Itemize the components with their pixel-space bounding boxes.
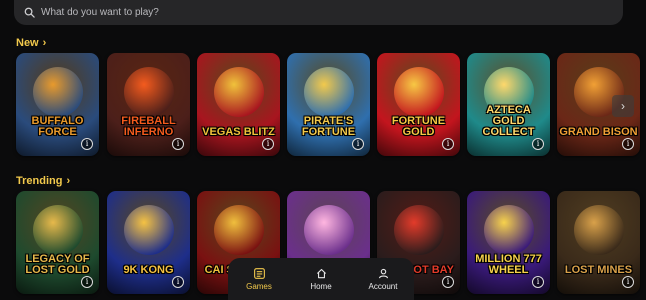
search-bar[interactable] — [14, 0, 623, 25]
game-title: Buffalo Force — [31, 115, 84, 138]
game-art — [213, 67, 264, 117]
game-title: Million 777 Wheel — [475, 253, 542, 276]
info-icon[interactable]: i — [352, 138, 364, 150]
info-icon[interactable]: i — [172, 276, 184, 288]
nav-account[interactable]: Account — [352, 258, 414, 300]
game-title: Fireball Inferno — [121, 115, 176, 138]
info-icon[interactable]: i — [262, 138, 274, 150]
game-art — [393, 205, 444, 255]
games-icon — [253, 267, 265, 279]
game-title: Lost Mines — [564, 264, 633, 276]
game-tile[interactable]: Million 777 Wheel i — [467, 191, 550, 294]
game-title: Grand Bison — [559, 126, 638, 138]
game-tile[interactable]: Fireball Inferno i — [107, 53, 190, 156]
new-games-row: Buffalo Force i Fireball Inferno i Vegas Bli… — [0, 53, 646, 159]
info-icon[interactable]: i — [532, 138, 544, 150]
game-tile[interactable]: Lost Mines i — [557, 191, 640, 294]
game-art — [123, 67, 174, 117]
game-tile[interactable]: Buffalo Force i — [16, 53, 99, 156]
game-tile[interactable]: Vegas Blitz i — [197, 53, 280, 156]
nav-home[interactable]: Home — [290, 258, 352, 300]
game-tile[interactable]: Fortune Gold i — [377, 53, 460, 156]
game-title: Vegas Blitz — [202, 126, 275, 138]
bottom-nav: Games Home Account — [228, 258, 414, 300]
nav-label: Home — [310, 281, 332, 291]
nav-label: Account — [368, 281, 398, 291]
game-tile[interactable]: 9K Kong i — [107, 191, 190, 294]
game-art — [393, 67, 444, 117]
game-tile[interactable]: Legacy of Lost Gold i — [16, 191, 99, 294]
nav-games[interactable]: Games — [228, 258, 290, 300]
game-title: Legacy of Lost Gold — [25, 253, 90, 276]
game-art — [483, 205, 534, 255]
scroll-right-button[interactable]: › — [612, 95, 634, 117]
account-icon — [378, 268, 388, 278]
home-icon — [316, 268, 326, 278]
chevron-right-icon: › — [66, 175, 71, 187]
info-icon[interactable]: i — [532, 276, 544, 288]
search-input[interactable] — [41, 7, 601, 18]
info-icon[interactable]: i — [81, 276, 93, 288]
info-icon[interactable]: i — [442, 276, 454, 288]
game-art — [32, 67, 83, 117]
game-art — [32, 205, 83, 255]
search-icon — [24, 7, 35, 18]
game-art — [123, 205, 174, 255]
info-icon[interactable]: i — [442, 138, 454, 150]
section-title-label: Trending — [16, 175, 63, 187]
game-tile[interactable]: Pirate's Fortune i — [287, 53, 370, 156]
game-title: Fortune Gold — [391, 115, 446, 138]
game-art — [213, 205, 264, 255]
section-title-label: New — [16, 37, 39, 49]
section-title-trending[interactable]: Trending › — [16, 175, 70, 187]
game-title: Pirate's Fortune — [301, 115, 356, 138]
game-art — [303, 205, 354, 255]
info-icon[interactable]: i — [172, 138, 184, 150]
info-icon[interactable]: i — [81, 138, 93, 150]
chevron-right-icon: › — [42, 37, 47, 49]
game-art — [303, 67, 354, 117]
game-title: Azteca Gold Collect — [482, 104, 535, 138]
game-art — [573, 205, 624, 255]
section-title-new[interactable]: New › — [16, 37, 46, 49]
info-icon[interactable]: i — [622, 138, 634, 150]
nav-label: Games — [246, 281, 272, 291]
game-tile[interactable]: Azteca Gold Collect i — [467, 53, 550, 156]
game-title: 9K Kong — [123, 264, 174, 276]
info-icon[interactable]: i — [622, 276, 634, 288]
